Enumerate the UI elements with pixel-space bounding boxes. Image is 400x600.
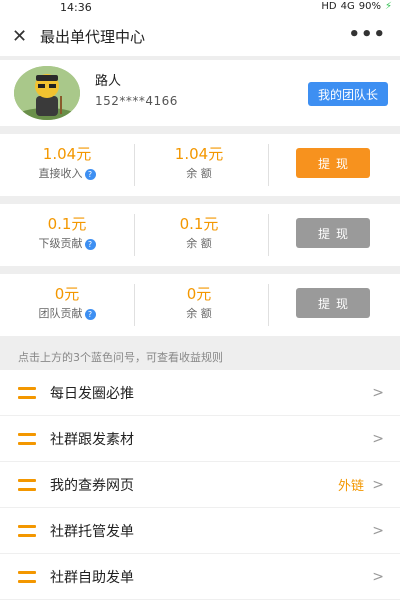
profile-section: 路人 152****4166 我的团队长 <box>0 60 400 126</box>
income-amount: 1.04元 <box>42 145 92 163</box>
menu-list: 每日发圈必推 > 社群跟发素材 > 我的查券网页 外链 > 社群托管发单 > 社… <box>0 370 400 600</box>
income-label-row: 直接收入 ? <box>2 166 132 182</box>
chevron-right-icon: > <box>372 476 384 493</box>
income-amount: 0元 <box>54 285 80 303</box>
page-title: 最出单代理中心 <box>40 27 146 46</box>
avatar[interactable] <box>14 66 80 120</box>
balance-amount: 0元 <box>186 285 212 303</box>
chevron-right-icon: > <box>372 568 384 585</box>
hd-indicator: HD <box>321 1 337 12</box>
balance-column: 0元 余 额 <box>134 284 264 322</box>
balance-label: 余 额 <box>186 167 212 180</box>
avatar-image <box>14 66 80 120</box>
balance-amount: 1.04元 <box>174 145 224 163</box>
menu-item-label: 社群托管发单 <box>50 523 134 540</box>
menu-item-label: 社群自助发单 <box>50 569 134 586</box>
menu-icon <box>18 524 36 537</box>
my-team-leader-button[interactable]: 我的团队长 <box>307 82 388 106</box>
income-amount: 0.1元 <box>47 215 87 233</box>
rules-hint: 点击上方的3个蓝色问号，可查看收益规则 <box>18 351 223 364</box>
menu-item-label: 每日发圈必推 <box>50 385 134 402</box>
direct-income-card: 1.04元 直接收入 ? 1.04元 余 额 提现 <box>0 134 400 196</box>
question-icon[interactable]: ? <box>84 238 96 250</box>
status-bar: 14:36 HD 4G 90% ⚡ <box>0 0 400 16</box>
menu-item-daily-push[interactable]: 每日发圈必推 > <box>0 370 400 416</box>
battery-level: 90% <box>358 1 381 12</box>
divider <box>268 284 269 326</box>
menu-icon <box>18 432 36 445</box>
income-column: 0元 团队贡献 ? <box>2 284 132 322</box>
charging-icon: ⚡ <box>384 1 392 12</box>
withdraw-button[interactable]: 提现 <box>296 288 370 318</box>
external-link-badge: 外链 <box>337 479 364 494</box>
income-column: 0.1元 下级贡献 ? <box>2 214 132 252</box>
team-contribution-card: 0元 团队贡献 ? 0元 余 额 提现 <box>0 274 400 336</box>
signal-icon: 4G <box>340 1 355 12</box>
question-icon[interactable]: ? <box>84 308 96 320</box>
withdraw-button[interactable]: 提现 <box>296 218 370 248</box>
income-label-row: 团队贡献 ? <box>2 306 132 322</box>
menu-item-label: 社群跟发素材 <box>50 431 134 448</box>
chevron-right-icon: > <box>372 384 384 401</box>
balance-column: 1.04元 余 额 <box>134 144 264 182</box>
balance-column: 0.1元 余 额 <box>134 214 264 252</box>
income-label: 直接收入 <box>38 167 83 180</box>
chevron-right-icon: > <box>372 430 384 447</box>
income-column: 1.04元 直接收入 ? <box>2 144 132 182</box>
menu-item-community-self-service[interactable]: 社群自助发单 > <box>0 554 400 600</box>
nav-bar: ✕ 最出单代理中心 ••• <box>0 16 400 56</box>
subordinate-contribution-card: 0.1元 下级贡献 ? 0.1元 余 额 提现 <box>0 204 400 266</box>
status-time: 14:36 <box>60 1 92 14</box>
menu-item-label: 我的查券网页 <box>50 477 134 494</box>
close-icon[interactable]: ✕ <box>12 26 34 47</box>
income-label: 团队贡献 <box>38 307 83 320</box>
status-indicators: HD 4G 90% ⚡ <box>321 1 392 12</box>
menu-item-community-hosted[interactable]: 社群托管发单 > <box>0 508 400 554</box>
balance-label: 余 额 <box>186 307 212 320</box>
phone-number: 152****4166 <box>95 94 178 108</box>
menu-icon <box>18 478 36 491</box>
more-icon[interactable]: ••• <box>348 24 386 45</box>
chevron-right-icon: > <box>372 522 384 539</box>
question-icon[interactable]: ? <box>84 168 96 180</box>
divider <box>268 144 269 186</box>
username: 路人 <box>95 74 122 89</box>
balance-amount: 0.1元 <box>179 215 219 233</box>
menu-icon <box>18 386 36 399</box>
menu-item-community-materials[interactable]: 社群跟发素材 > <box>0 416 400 462</box>
divider <box>268 214 269 256</box>
income-label: 下级贡献 <box>38 237 83 250</box>
withdraw-button[interactable]: 提现 <box>296 148 370 178</box>
menu-icon <box>18 570 36 583</box>
menu-item-coupon-page[interactable]: 我的查券网页 外链 > <box>0 462 400 508</box>
income-label-row: 下级贡献 ? <box>2 236 132 252</box>
balance-label: 余 额 <box>186 237 212 250</box>
